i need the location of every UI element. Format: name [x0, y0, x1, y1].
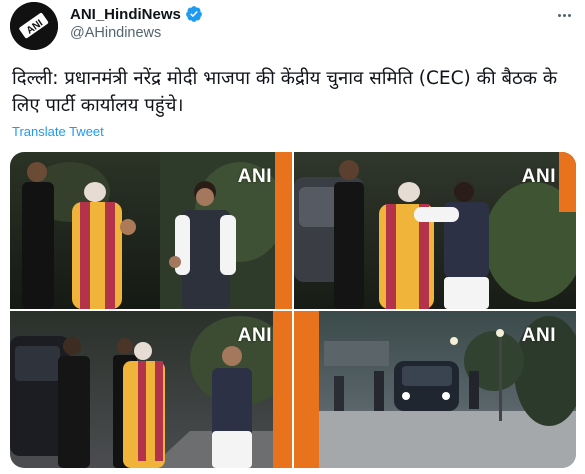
ani-logo-avatar: ANI	[10, 2, 58, 50]
display-name[interactable]: ANI_HindiNews	[70, 6, 181, 23]
translate-tweet-link[interactable]: Translate Tweet	[12, 124, 104, 139]
ani-watermark: ANI	[237, 166, 272, 187]
ani-watermark: ANI	[521, 325, 556, 346]
tweet-header: ANI ANI_HindiNews @AHindinews	[10, 2, 575, 50]
photo-3[interactable]: ANI	[10, 311, 292, 468]
author-name-row: ANI_HindiNews	[70, 5, 203, 23]
ani-watermark: ANI	[237, 325, 272, 346]
more-options-icon	[562, 13, 566, 17]
tweet-text: दिल्ली: प्रधानमंत्री नरेंद्र मोदी भाजपा …	[12, 68, 558, 116]
media-grid: ANI ANI ANI ANI	[10, 152, 576, 468]
photo-1[interactable]: ANI	[10, 152, 292, 309]
avatar[interactable]: ANI	[10, 2, 58, 50]
photo-2[interactable]: ANI	[294, 152, 576, 309]
ani-watermark: ANI	[521, 166, 556, 187]
more-options-icon	[557, 13, 561, 17]
more-options-button[interactable]	[553, 6, 575, 24]
photo-4[interactable]: ANI	[294, 311, 576, 468]
user-handle[interactable]: @AHindinews	[70, 25, 161, 41]
more-options-icon	[567, 13, 571, 17]
verified-badge-icon	[185, 6, 202, 22]
